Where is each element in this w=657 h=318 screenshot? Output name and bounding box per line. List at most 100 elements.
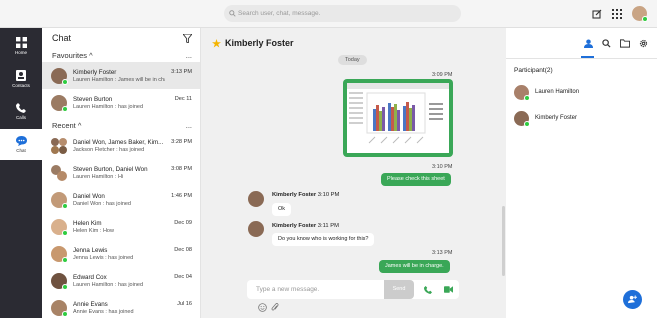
recent-section-header[interactable]: Recent ^ ... — [42, 118, 200, 132]
participants-tab-icon[interactable] — [584, 38, 593, 48]
sender-name: Kimberly Foster — [272, 192, 317, 198]
chat-last-message: Lauren Hamilton : James will be in charg… — [73, 76, 165, 83]
nav-chat[interactable]: Chat — [0, 129, 42, 160]
chat-name: Daniel Won — [73, 192, 105, 200]
chat-last-message: Lauren Hamilton : has joined — [73, 281, 144, 288]
avatar — [51, 94, 68, 112]
chat-time: 3:28 PM — [171, 139, 192, 145]
user-avatar[interactable] — [632, 6, 648, 22]
sender-avatar — [248, 191, 264, 207]
avatar — [51, 218, 68, 236]
chat-name: Helen Kim — [73, 219, 102, 227]
nav-calls[interactable]: Calls — [0, 96, 42, 127]
chat-row-annie-evans[interactable]: Annie Evans Annie Evans : has joined Jul … — [42, 294, 200, 318]
nav-home-label: Home — [14, 49, 27, 55]
chat-name: Steven Burton — [73, 95, 113, 103]
message-bubble-incoming: Do you know who is working for this? — [272, 233, 375, 246]
online-status-dot — [62, 229, 68, 236]
participants-title: Participant(2) — [514, 67, 553, 74]
nav-home[interactable]: Home — [0, 30, 42, 61]
star-icon[interactable] — [212, 38, 221, 48]
avatar — [51, 245, 68, 263]
group-avatar — [51, 164, 67, 181]
avatar — [51, 137, 59, 146]
filter-icon[interactable] — [183, 33, 192, 43]
avatar — [51, 272, 68, 290]
global-search-input[interactable]: Search user, chat, message. — [224, 5, 461, 22]
chat-row-daniel-won[interactable]: Daniel Won Daniel Won : has joined 1:46 P… — [42, 186, 200, 213]
online-status-dot — [62, 105, 68, 112]
online-status-dot — [62, 283, 68, 290]
sender-avatar — [248, 221, 264, 237]
nav-contacts[interactable]: Contacts — [0, 63, 42, 94]
active-tab-indicator — [581, 56, 594, 58]
online-status-dot — [62, 78, 68, 85]
favourites-section-header[interactable]: Favourites ^ ... — [42, 48, 200, 62]
online-status-dot — [62, 202, 68, 209]
message-sender: Kimberly Foster 3:10 PM — [272, 192, 339, 198]
participant-row[interactable]: Kimberly Foster — [506, 106, 657, 130]
sender-time: 3:11 PM — [317, 223, 339, 229]
chat-time: 3:08 PM — [171, 166, 192, 172]
chat-time: 3:13 PM — [171, 69, 192, 75]
chat-time: 1:46 PM — [171, 193, 192, 199]
chat-row-steven-burton[interactable]: Steven Burton Lauren Hamilton : has joine… — [42, 89, 200, 116]
compose-icon[interactable] — [592, 9, 602, 19]
avatar — [51, 67, 68, 85]
chat-name: Jenna Lewis — [73, 246, 108, 254]
search-placeholder: Search user, chat, message. — [238, 10, 321, 17]
participants-panel: Participant(2) Lauren Hamilton Kimberly … — [506, 28, 657, 318]
search-icon[interactable] — [602, 38, 611, 48]
folder-icon[interactable] — [620, 38, 630, 48]
video-call-button[interactable] — [440, 281, 457, 298]
chat-row-group-daniel-james-kim[interactable]: Daniel Won, James Baker, Kim... Jackson F… — [42, 132, 200, 159]
image-message[interactable] — [343, 79, 453, 157]
contacts-icon — [16, 69, 26, 81]
sender-time: 3:10 PM — [317, 192, 340, 198]
chat-name: Daniel Won, James Baker, Kim... — [73, 138, 164, 146]
favourites-more-icon[interactable]: ... — [186, 51, 192, 60]
emoji-icon[interactable] — [258, 303, 267, 312]
chat-last-message: Lauren Hamilton : has joined — [73, 103, 144, 110]
participant-name: Lauren Hamilton — [535, 89, 580, 95]
phone-icon — [423, 285, 432, 294]
recent-more-icon[interactable]: ... — [186, 121, 192, 130]
conversation-panel: Kimberly Foster Today 3:09 PM 3:10 PM Pl… — [201, 28, 506, 318]
grid-icon — [15, 36, 27, 48]
avatar — [59, 137, 67, 146]
chat-time: Dec 09 — [174, 220, 192, 226]
chat-icon — [15, 136, 27, 146]
add-user-icon — [628, 295, 637, 304]
chat-row-kimberly-foster[interactable]: Kimberly Foster Lauren Hamilton : James w… — [42, 62, 200, 89]
avatar — [57, 170, 67, 181]
scrollbar[interactable] — [502, 206, 505, 276]
message-placeholder: Type a new message. — [256, 286, 320, 293]
message-bubble-incoming: Ok — [272, 203, 292, 216]
online-status-dot — [642, 16, 648, 22]
spreadsheet-chart-image — [347, 83, 449, 144]
navigation-rail: Home Contacts Calls Chat — [0, 28, 42, 318]
chat-last-message: Jenna Lewis : has joined — [73, 254, 134, 261]
conversation-header: Kimberly Foster — [201, 28, 506, 58]
participant-row[interactable]: Lauren Hamilton — [506, 80, 657, 104]
avatar — [51, 299, 68, 317]
gear-icon[interactable] — [639, 39, 648, 48]
apps-grid-icon[interactable] — [612, 8, 622, 19]
chat-name: Steven Burton, Daniel Won — [73, 165, 148, 173]
recent-label: Recent ^ — [52, 120, 82, 130]
chat-row-steven-daniel[interactable]: Steven Burton, Daniel Won Lauren Hamilton… — [42, 159, 200, 186]
chat-row-helen-kim[interactable]: Helen Kim Helen Kim : How Dec 09 — [42, 213, 200, 240]
video-camera-icon — [444, 286, 453, 293]
online-status-dot — [524, 94, 530, 101]
sender-name: Kimberly Foster — [272, 223, 317, 229]
nav-contacts-label: Contacts — [12, 82, 30, 88]
top-bar: Search user, chat, message. — [0, 0, 657, 28]
attachment-icon[interactable] — [271, 303, 279, 312]
add-participant-button[interactable] — [623, 290, 642, 309]
voice-call-button[interactable] — [419, 281, 436, 298]
chat-name: Edward Cox — [73, 273, 107, 281]
send-button[interactable]: Send — [384, 280, 414, 299]
chat-row-jenna-lewis[interactable]: Jenna Lewis Jenna Lewis : has joined Dec … — [42, 240, 200, 267]
online-status-dot — [62, 310, 68, 317]
chat-row-edward-cox[interactable]: Edward Cox Lauren Hamilton : has joined D… — [42, 267, 200, 294]
